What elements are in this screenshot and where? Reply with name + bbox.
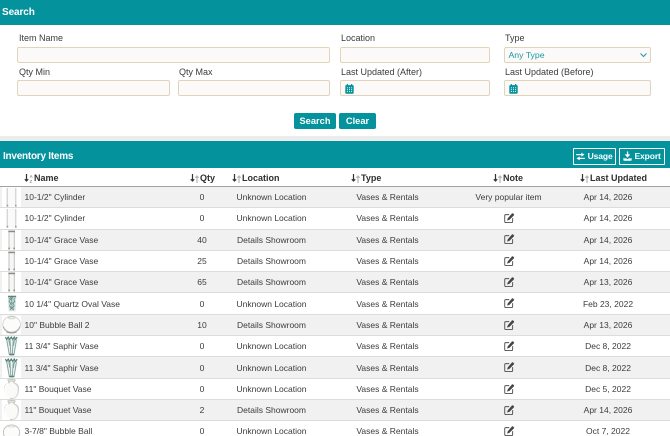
svg-text:Z: Z	[30, 179, 33, 183]
